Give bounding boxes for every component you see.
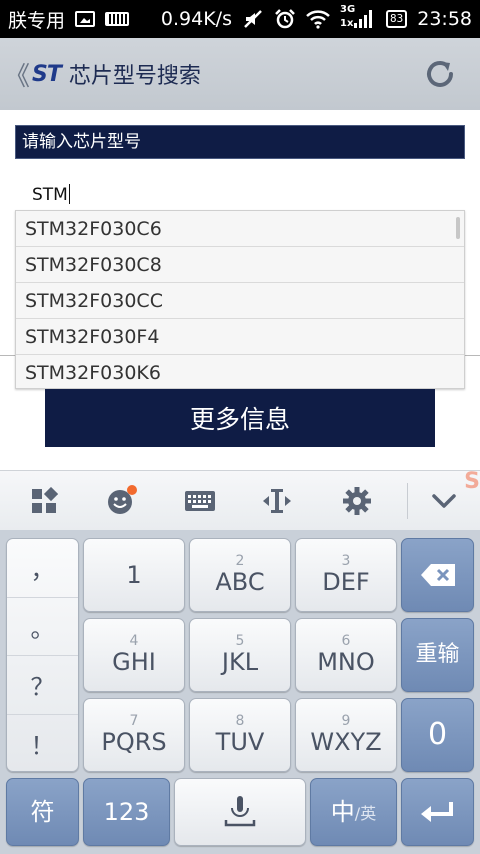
settings-icon[interactable] (341, 485, 373, 517)
status-bar: 朕专用 0.94K/s 3G 1x 83 23:58 (0, 0, 480, 38)
suggestion-item[interactable]: STM32F030K6 (16, 355, 464, 388)
key-wxyz[interactable]: 9 WXYZ (295, 698, 397, 772)
symbol-key[interactable]: 符 (6, 778, 79, 846)
network-type: 3G (339, 4, 356, 15)
suggestion-item[interactable]: STM32F030C8 (16, 247, 464, 283)
language-toggle-key[interactable]: 中 /英 (310, 778, 397, 846)
punctuation-column: ， 。 ？ ！ (6, 538, 79, 772)
punct-key-exclaim[interactable]: ！ (7, 715, 78, 774)
cursor-move-icon[interactable] (261, 485, 293, 517)
toolbar-divider (407, 483, 408, 519)
punct-key-comma[interactable]: ， (7, 539, 78, 598)
keyboard: ， 。 ？ ！ 1 2 ABC 3 DEF 4 GHI 5 JKL 6 MNO … (0, 530, 480, 854)
key-0[interactable]: 0 (401, 698, 474, 772)
refresh-icon[interactable] (422, 56, 458, 92)
keyboard-icon[interactable] (184, 485, 216, 517)
space-voice-key[interactable] (174, 778, 306, 846)
image-notification-icon (75, 11, 96, 27)
alarm-icon (274, 8, 296, 30)
more-info-button[interactable]: 更多信息 (45, 389, 435, 447)
key-abc[interactable]: 2 ABC (189, 538, 291, 612)
dropdown-scrollbar[interactable] (456, 217, 460, 239)
mute-icon (242, 8, 264, 30)
app-header: 《 ST 芯片型号搜索 (0, 38, 480, 110)
key-ghi[interactable]: 4 GHI (83, 618, 185, 692)
suggestion-item[interactable]: STM32F030C6 (16, 211, 464, 247)
apps-icon[interactable] (28, 485, 60, 517)
punct-key-question[interactable]: ？ (7, 656, 78, 715)
key-1[interactable]: 1 (83, 538, 185, 612)
emoji-icon[interactable] (105, 485, 137, 517)
sogou-logo: S (464, 469, 480, 494)
battery-icon: 83 (385, 10, 408, 28)
search-label: 请输入芯片型号 (15, 125, 465, 159)
network-sub: 1x (339, 18, 354, 29)
microphone-icon (224, 796, 256, 827)
network-speed: 0.94K/s (160, 8, 232, 30)
key-def[interactable]: 3 DEF (295, 538, 397, 612)
reinput-key[interactable]: 重输 (401, 618, 474, 692)
st-logo: ST (32, 61, 62, 87)
back-button[interactable]: 《 (4, 56, 30, 93)
backspace-icon (420, 564, 455, 586)
ime-toolbar: S (0, 469, 480, 530)
wifi-icon (306, 9, 330, 29)
clock: 23:58 (417, 8, 472, 30)
number-key[interactable]: 123 (83, 778, 170, 846)
enter-key[interactable] (401, 778, 474, 846)
key-jkl[interactable]: 5 JKL (189, 618, 291, 692)
backspace-key[interactable] (401, 538, 474, 612)
page-title: 芯片型号搜索 (68, 64, 201, 89)
collapse-icon[interactable] (428, 485, 460, 517)
enter-icon (420, 802, 453, 822)
carrier-label: 朕专用 (8, 9, 66, 32)
signal-icon: 3G 1x (339, 4, 376, 32)
chip-search-input[interactable] (18, 178, 462, 212)
text-caret (69, 184, 70, 204)
key-mno[interactable]: 6 MNO (295, 618, 397, 692)
keyboard-notification-icon (105, 12, 130, 26)
suggestion-item[interactable]: STM32F030F4 (16, 319, 464, 355)
suggestion-dropdown: STM32F030C6 STM32F030C8 STM32F030CC STM3… (15, 210, 465, 389)
suggestion-item[interactable]: STM32F030CC (16, 283, 464, 319)
key-pqrs[interactable]: 7 PQRS (83, 698, 185, 772)
punct-key-period[interactable]: 。 (7, 598, 78, 656)
key-tuv[interactable]: 8 TUV (189, 698, 291, 772)
